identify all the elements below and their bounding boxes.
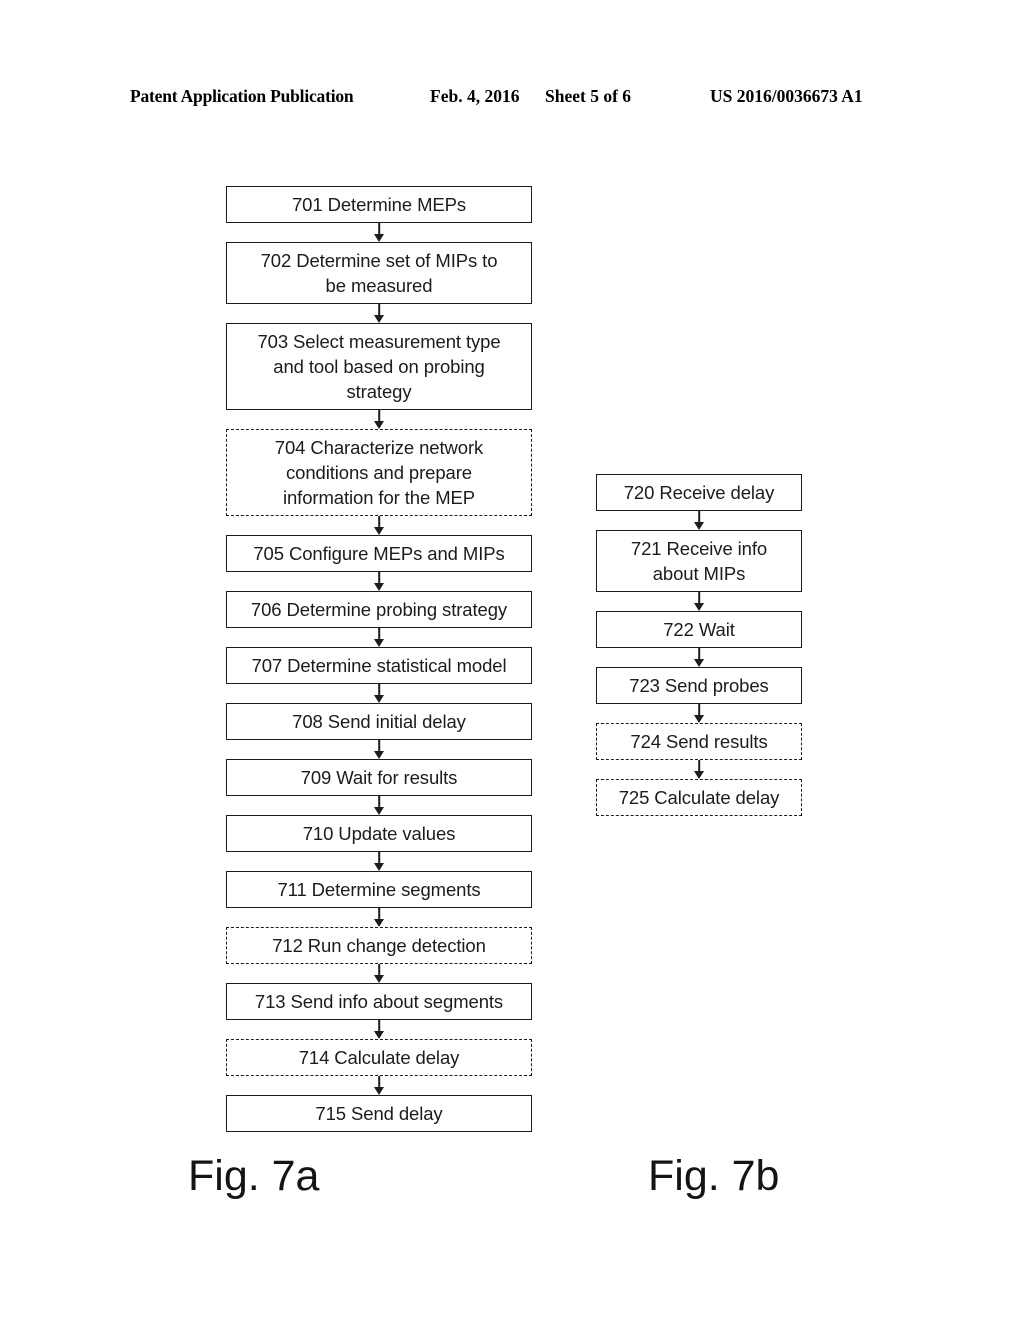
- flow-node-704: 704 Characterize network conditions and …: [226, 429, 532, 516]
- flow-node-label: 722 Wait: [663, 619, 735, 640]
- flow-node-708: 708 Send initial delay: [226, 703, 532, 740]
- flow-connector-arrow: [226, 796, 532, 815]
- flow-node-label: 723 Send probes: [629, 675, 769, 696]
- flow-connector-arrow: [226, 572, 532, 591]
- arrow-head-icon: [374, 583, 384, 591]
- flow-node-label: 713 Send info about segments: [254, 991, 504, 1012]
- flow-node-715: 715 Send delay: [226, 1095, 532, 1132]
- arrow-head-icon: [374, 863, 384, 871]
- flow-connector-arrow: [596, 511, 802, 530]
- arrow-head-icon: [694, 603, 704, 611]
- flow-connector-arrow: [596, 648, 802, 667]
- flow-node-705: 705 Configure MEPs and MIPs: [226, 535, 532, 572]
- flow-connector-arrow: [226, 516, 532, 535]
- flow-node-706: 706 Determine probing strategy: [226, 591, 532, 628]
- flow-node-713: 713 Send info about segments: [226, 983, 532, 1020]
- flow-node-701: 701 Determine MEPs: [226, 186, 532, 223]
- flow-node-722: 722 Wait: [596, 611, 802, 648]
- flow-node-label: 720 Receive delay: [623, 482, 775, 503]
- flow-connector-arrow: [226, 852, 532, 871]
- flow-node-label: 715 Send delay: [315, 1103, 443, 1124]
- flow-node-label: 701 Determine MEPs: [291, 194, 467, 215]
- flow-node-label: 712 Run change detection: [272, 935, 486, 956]
- arrow-head-icon: [694, 522, 704, 530]
- arrow-head-icon: [374, 315, 384, 323]
- flow-node-712: 712 Run change detection: [226, 927, 532, 964]
- flow-node-714: 714 Calculate delay: [226, 1039, 532, 1076]
- flow-node-label: 714 Calculate delay: [298, 1047, 460, 1068]
- flowchart-fig-7a: 701 Determine MEPs 702 Determine set of M…: [226, 186, 532, 1132]
- flow-node-label: 703 Select measurement type and tool bas…: [257, 331, 501, 402]
- flow-connector-arrow: [226, 628, 532, 647]
- flow-node-725: 725 Calculate delay: [596, 779, 802, 816]
- header-publication-label: Patent Application Publication: [130, 86, 354, 106]
- flow-node-label: 705 Configure MEPs and MIPs: [253, 543, 505, 564]
- flow-node-label: 707 Determine statistical model: [251, 655, 507, 676]
- arrow-head-icon: [374, 421, 384, 429]
- flow-node-710: 710 Update values: [226, 815, 532, 852]
- arrow-head-icon: [374, 234, 384, 242]
- arrow-head-icon: [374, 639, 384, 647]
- flow-node-label: 702 Determine set of MIPs to be measured: [260, 250, 498, 296]
- flow-node-label: 711 Determine segments: [277, 879, 481, 900]
- flow-connector-arrow: [226, 304, 532, 323]
- flow-node-label: 708 Send initial delay: [292, 711, 466, 732]
- flow-connector-arrow: [596, 760, 802, 779]
- flow-node-724: 724 Send results: [596, 723, 802, 760]
- header-sheet-label: Sheet 5 of 6: [545, 86, 632, 106]
- arrow-head-icon: [374, 1087, 384, 1095]
- arrow-head-icon: [374, 975, 384, 983]
- flow-connector-arrow: [226, 223, 532, 242]
- arrow-head-icon: [694, 771, 704, 779]
- flow-connector-arrow: [226, 908, 532, 927]
- flow-connector-arrow: [226, 964, 532, 983]
- flow-node-720: 720 Receive delay: [596, 474, 802, 511]
- flow-node-label: 709 Wait for results: [300, 767, 458, 788]
- flow-node-723: 723 Send probes: [596, 667, 802, 704]
- header-date-label: Feb. 4, 2016: [430, 86, 520, 106]
- flow-connector-arrow: [226, 1076, 532, 1095]
- flow-connector-arrow: [226, 1020, 532, 1039]
- figure-caption-7a: Fig. 7a: [188, 1152, 320, 1200]
- arrow-head-icon: [694, 715, 704, 723]
- flow-connector-arrow: [226, 740, 532, 759]
- flow-connector-arrow: [226, 410, 532, 429]
- header-patent-number: US 2016/0036673 A1: [710, 86, 863, 106]
- flow-node-label: 725 Calculate delay: [618, 787, 780, 808]
- flow-node-709: 709 Wait for results: [226, 759, 532, 796]
- arrow-head-icon: [374, 807, 384, 815]
- arrow-head-icon: [374, 695, 384, 703]
- flow-node-711: 711 Determine segments: [226, 871, 532, 908]
- page-header: Patent Application Publication Feb. 4, 2…: [0, 86, 1024, 116]
- flow-node-703: 703 Select measurement type and tool bas…: [226, 323, 532, 410]
- flow-connector-arrow: [596, 592, 802, 611]
- arrow-head-icon: [374, 919, 384, 927]
- arrow-head-icon: [374, 1031, 384, 1039]
- flow-node-label: 724 Send results: [630, 731, 768, 752]
- flow-node-721: 721 Receive info about MIPs: [596, 530, 802, 592]
- arrow-head-icon: [374, 751, 384, 759]
- flow-connector-arrow: [226, 684, 532, 703]
- flow-node-label: 706 Determine probing strategy: [250, 599, 508, 620]
- figure-caption-7b: Fig. 7b: [648, 1152, 780, 1200]
- flow-node-label: 704 Characterize network conditions and …: [274, 437, 484, 508]
- flowchart-fig-7b: 720 Receive delay 721 Receive info about …: [596, 474, 802, 816]
- flow-connector-arrow: [596, 704, 802, 723]
- flow-node-707: 707 Determine statistical model: [226, 647, 532, 684]
- flow-node-label: 710 Update values: [302, 823, 456, 844]
- arrow-head-icon: [694, 659, 704, 667]
- flow-node-label: 721 Receive info about MIPs: [630, 538, 768, 584]
- flow-node-702: 702 Determine set of MIPs to be measured: [226, 242, 532, 304]
- arrow-head-icon: [374, 527, 384, 535]
